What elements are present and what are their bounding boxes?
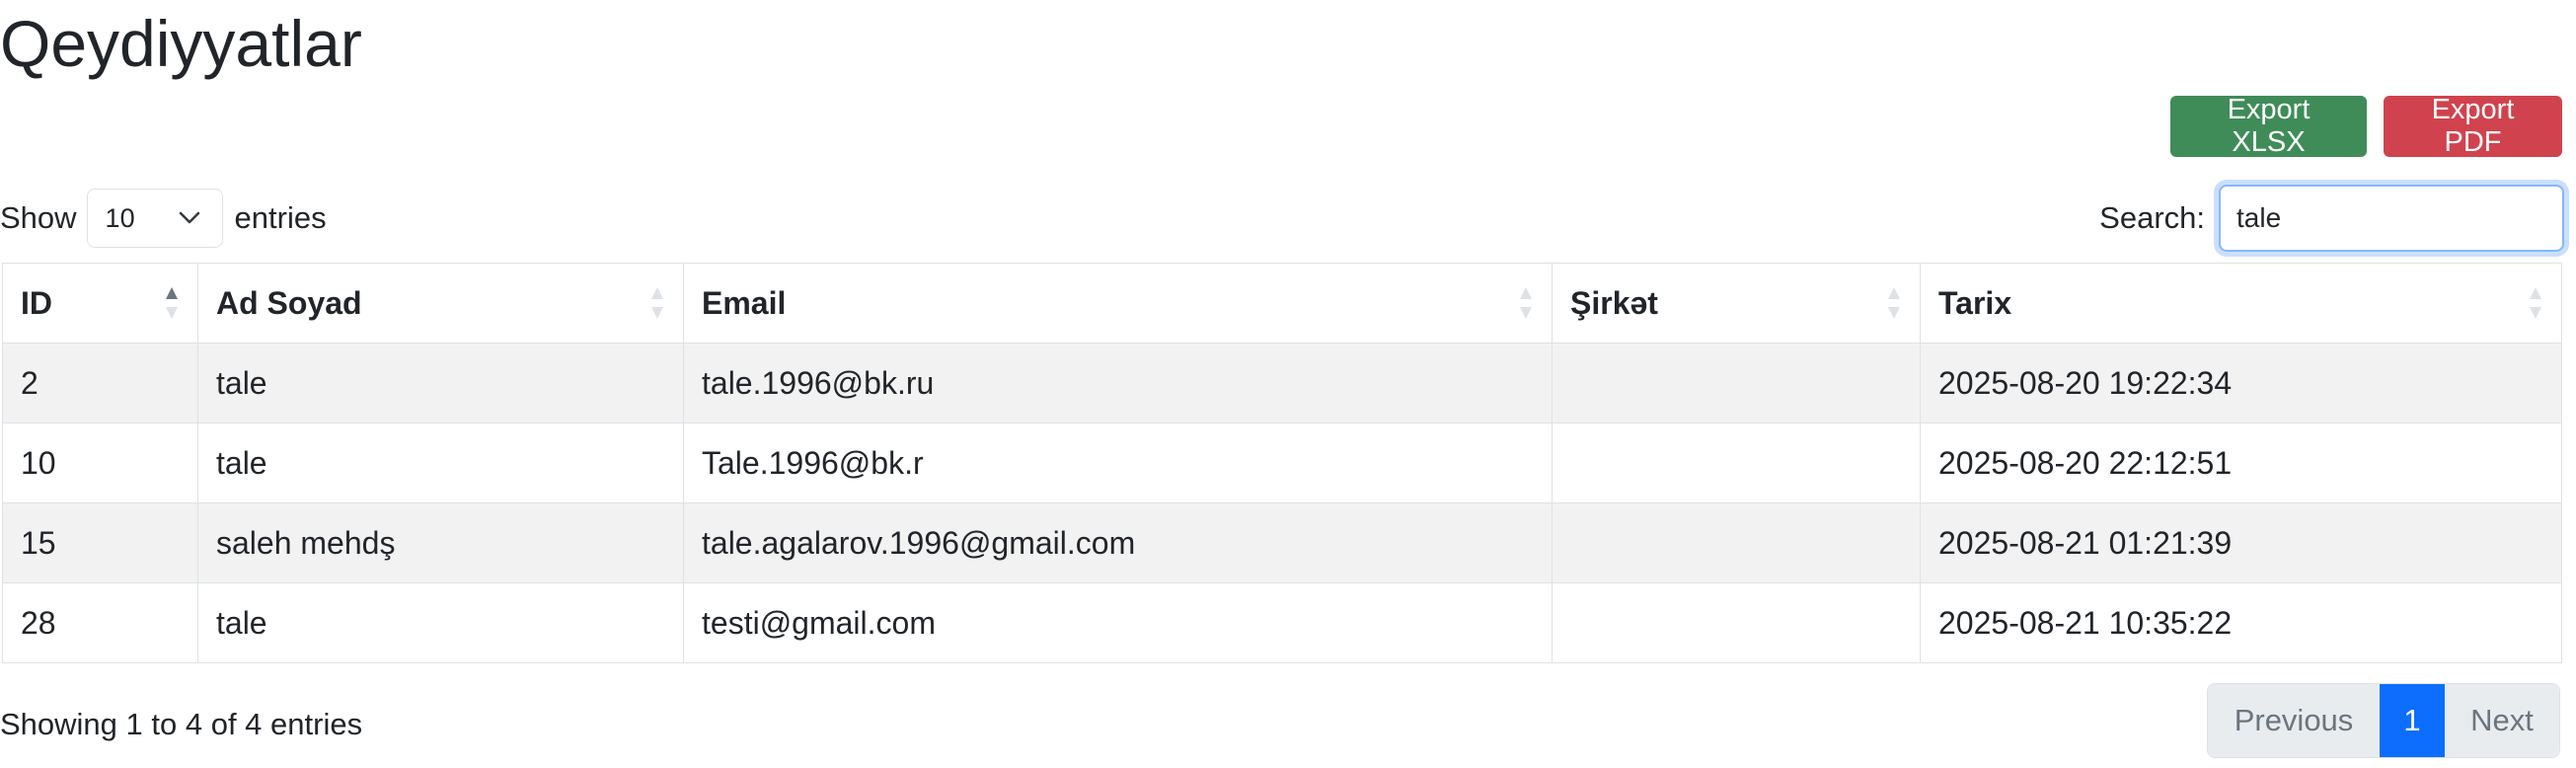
cell-name: tale: [197, 422, 684, 503]
cell-company: [1552, 343, 1921, 423]
sort-ascending-icon: [166, 287, 178, 319]
sort-icon: [2530, 287, 2541, 319]
cell-date: 2025-08-21 10:35:22: [1920, 582, 2562, 663]
table-row: 28 tale testi@gmail.com 2025-08-21 10:35…: [2, 582, 2562, 663]
column-header-label: Ad Soyad: [216, 284, 362, 321]
search-input[interactable]: [2236, 202, 2576, 234]
cell-email: tale.agalarov.1996@gmail.com: [683, 502, 1553, 583]
table-row: 15 saleh mehdş tale.agalarov.1996@gmail.…: [2, 502, 2562, 583]
search-label: Search:: [2099, 200, 2205, 235]
cell-id: 15: [2, 502, 198, 583]
cell-company: [1552, 582, 1921, 663]
cell-name: tale: [197, 343, 684, 423]
cell-email: tale.1996@bk.ru: [683, 343, 1553, 423]
entries-per-page-select[interactable]: 10: [86, 189, 223, 248]
table-row: 2 tale tale.1996@bk.ru 2025-08-20 19:22:…: [2, 343, 2562, 423]
chevron-down-icon: [179, 211, 199, 224]
column-header-label: ID: [21, 284, 52, 321]
cell-id: 28: [2, 582, 198, 663]
column-header-tarix[interactable]: Tarix: [1920, 263, 2562, 344]
entries-label: entries: [234, 200, 327, 235]
cell-date: 2025-08-21 01:21:39: [1920, 502, 2562, 583]
cell-date: 2025-08-20 19:22:34: [1920, 343, 2562, 423]
registrations-table: ID Ad Soyad Email Şirkət Tarix 2 tale ta…: [2, 263, 2562, 663]
cell-id: 10: [2, 422, 198, 503]
entries-length-control: Show 10 entries: [0, 186, 327, 251]
sort-icon: [1888, 287, 1900, 319]
column-header-label: Tarix: [1938, 284, 2012, 321]
next-page-button[interactable]: Next: [2445, 684, 2559, 757]
pagination: Previous 1 Next: [2207, 683, 2560, 758]
cell-name: tale: [197, 582, 684, 663]
sort-icon: [1520, 287, 1532, 319]
entries-per-page-value: 10: [105, 202, 135, 233]
column-header-sirket[interactable]: Şirkət: [1552, 263, 1921, 344]
search-box[interactable]: [2219, 185, 2576, 252]
previous-page-button[interactable]: Previous: [2208, 684, 2380, 757]
cell-email: testi@gmail.com: [683, 582, 1553, 663]
page-1-button[interactable]: 1: [2380, 684, 2445, 757]
cell-name: saleh mehdş: [197, 502, 684, 583]
cell-company: [1552, 502, 1921, 583]
column-header-ad-soyad[interactable]: Ad Soyad: [197, 263, 684, 344]
export-pdf-button[interactable]: Export PDF: [2384, 94, 2562, 158]
page-title: Qeydiyyatlar: [0, 7, 362, 80]
cell-date: 2025-08-20 22:12:51: [1920, 422, 2562, 503]
cell-id: 2: [2, 343, 198, 423]
table-row: 10 tale Tale.1996@bk.r 2025-08-20 22:12:…: [2, 422, 2562, 503]
table-info: Showing 1 to 4 of 4 entries: [0, 707, 363, 741]
table-header-row: ID Ad Soyad Email Şirkət Tarix: [2, 263, 2562, 344]
column-header-id[interactable]: ID: [2, 263, 198, 344]
cell-company: [1552, 422, 1921, 503]
show-label: Show: [0, 200, 77, 235]
sort-icon: [651, 287, 663, 319]
cell-email: Tale.1996@bk.r: [683, 422, 1553, 503]
column-header-email[interactable]: Email: [683, 263, 1553, 344]
search-control: Search:: [2099, 185, 2576, 252]
column-header-label: Email: [702, 284, 787, 321]
export-xlsx-button[interactable]: Export XLSX: [2170, 94, 2367, 158]
column-header-label: Şirkət: [1570, 284, 1658, 321]
